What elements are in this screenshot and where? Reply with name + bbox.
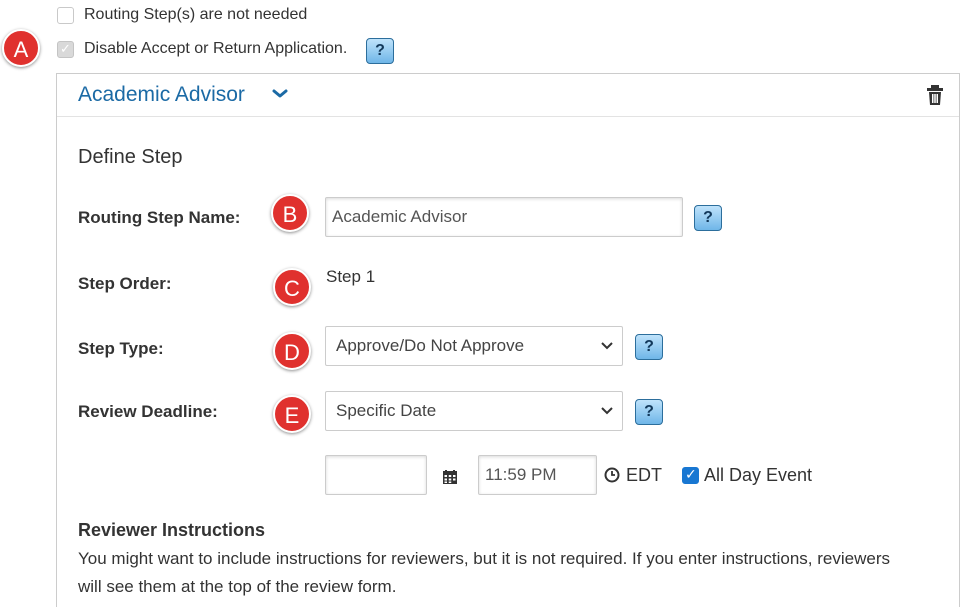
all-day-event-checkbox[interactable] — [682, 466, 699, 484]
annotation-marker-a: A — [2, 29, 40, 67]
reviewer-instructions-line-1: You might want to include instructions f… — [78, 549, 890, 568]
step-order-label: Step Order: — [78, 274, 172, 293]
routing-not-needed-label: Routing Step(s) are not needed — [84, 6, 308, 23]
clock-icon — [604, 467, 620, 483]
annotation-marker-d: D — [273, 332, 311, 370]
panel-title: Academic Advisor — [78, 83, 245, 106]
reviewer-instructions-heading: Reviewer Instructions — [78, 520, 266, 540]
chevron-down-icon[interactable] — [271, 84, 289, 102]
help-icon-routing-step-name[interactable]: ? — [694, 205, 722, 231]
annotation-marker-c: C — [273, 268, 311, 306]
reviewer-instructions-line-2: will see them at the top of the review f… — [78, 577, 397, 596]
help-icon-review-deadline[interactable]: ? — [635, 399, 663, 425]
step-order-value: Step 1 — [326, 267, 376, 286]
review-deadline-select[interactable]: Specific Date — [325, 391, 623, 431]
routing-not-needed-checkbox[interactable] — [57, 7, 74, 24]
step-type-value: Approve/Do Not Approve — [336, 336, 525, 355]
all-day-event-label: All Day Event — [704, 465, 813, 485]
annotation-marker-e: E — [273, 395, 311, 433]
help-icon-step-type[interactable]: ? — [635, 334, 663, 360]
step-type-select[interactable]: Approve/Do Not Approve — [325, 326, 623, 366]
routing-step-name-input[interactable]: Academic Advisor — [325, 197, 683, 237]
disable-accept-return-label: Disable Accept or Return Application. — [84, 40, 348, 57]
define-step-heading: Define Step — [78, 146, 183, 168]
timezone-label: EDT — [626, 465, 662, 485]
trash-icon[interactable] — [926, 85, 944, 105]
help-icon-disable-accept[interactable]: ? — [366, 38, 394, 64]
panel-header[interactable]: Academic Advisor — [57, 74, 959, 117]
calendar-icon[interactable] — [443, 470, 457, 484]
routing-step-panel: Academic Advisor Define Step Routing Ste… — [56, 73, 960, 607]
deadline-time-input[interactable]: 11:59 PM — [478, 455, 597, 495]
step-type-label: Step Type: — [78, 339, 164, 358]
review-deadline-value: Specific Date — [336, 401, 437, 420]
deadline-date-input[interactable] — [325, 455, 427, 495]
annotation-marker-b: B — [271, 194, 309, 232]
disable-accept-return-checkbox[interactable] — [57, 41, 74, 58]
review-deadline-label: Review Deadline: — [78, 402, 218, 421]
routing-step-name-label: Routing Step Name: — [78, 208, 241, 227]
chevron-down-icon — [601, 407, 613, 415]
chevron-down-icon — [601, 342, 613, 350]
